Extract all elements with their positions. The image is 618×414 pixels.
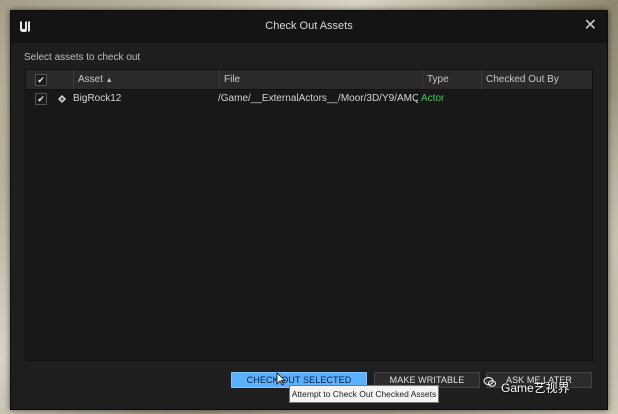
asset-name: BigRock12 — [73, 93, 122, 104]
row-checkbox[interactable]: ✔ — [35, 93, 47, 105]
column-checked-out-by[interactable]: Checked Out By — [486, 74, 559, 85]
close-button[interactable]: ✕ — [584, 17, 597, 35]
mouse-cursor-icon — [276, 372, 286, 386]
asset-type: Actor — [421, 93, 445, 104]
select-all-checkbox[interactable]: ✔ — [35, 74, 47, 86]
assets-table: ✔ Asset ▲ File Type Checked Out By ✔ Big… — [25, 69, 593, 361]
table-row[interactable]: ✔ BigRock12 /Game/__ExternalActors__/Moo… — [26, 90, 592, 108]
title-bar: Check Out Assets ✕ — [11, 11, 607, 43]
actor-icon — [58, 95, 66, 103]
wechat-icon — [483, 377, 496, 387]
tooltip: Attempt to Check Out Checked Assets — [289, 385, 439, 403]
close-icon: ✕ — [583, 17, 597, 34]
watermark-text: Game艺视界 — [501, 381, 570, 395]
column-asset[interactable]: Asset ▲ — [78, 74, 113, 85]
sort-ascending-icon: ▲ — [105, 77, 113, 84]
table-header: ✔ Asset ▲ File Type Checked Out By — [26, 70, 592, 90]
column-type[interactable]: Type — [427, 74, 449, 85]
instruction-text: Select assets to check out — [24, 52, 141, 63]
column-file[interactable]: File — [224, 74, 240, 85]
asset-file-path: /Game/__ExternalActors__/Moor/3D/Y9/AMQ2 — [218, 93, 418, 104]
dialog-title: Check Out Assets — [265, 20, 353, 32]
check-out-assets-dialog: Check Out Assets ✕ Select assets to chec… — [10, 10, 608, 410]
